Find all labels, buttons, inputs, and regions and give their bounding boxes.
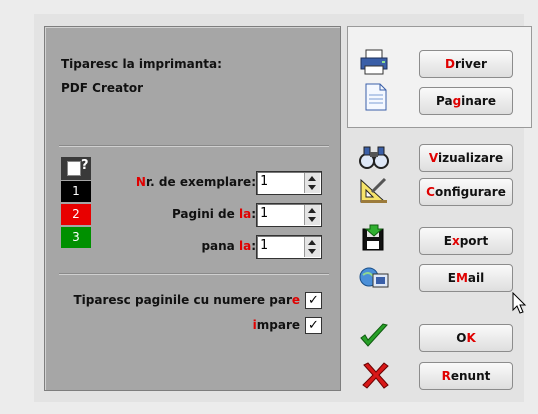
configurare-label: onfigurare bbox=[434, 185, 506, 199]
renunt-label: enunt bbox=[450, 369, 491, 383]
ok-accent: K bbox=[466, 331, 476, 345]
spin-down-icon[interactable] bbox=[308, 249, 316, 254]
globe-email-icon bbox=[359, 267, 389, 288]
from-page-label: Pagini de la: bbox=[172, 207, 256, 221]
ruler-triangle-icon bbox=[360, 177, 387, 203]
renunt-button[interactable]: Renunt bbox=[419, 362, 513, 390]
spin-down-icon[interactable] bbox=[308, 185, 316, 190]
from-page-label-text: Pagini de bbox=[171, 207, 239, 221]
vizualizare-button[interactable]: Vizualizare bbox=[419, 144, 513, 172]
divider-bottom bbox=[59, 273, 329, 275]
checkmark-icon bbox=[360, 323, 388, 347]
to-page-label-text: pana bbox=[201, 239, 239, 253]
color-swatch-black[interactable]: 1 bbox=[61, 181, 91, 202]
renunt-accent: R bbox=[441, 369, 451, 383]
even-pages-label-text: Tiparesc paginile cu numere par bbox=[73, 293, 292, 307]
copies-label-accent: N bbox=[135, 175, 146, 189]
from-page-value[interactable]: 1 bbox=[260, 206, 268, 221]
spin-down-icon[interactable] bbox=[308, 217, 316, 222]
divider-top bbox=[59, 145, 329, 147]
color-swatch-red[interactable]: 2 bbox=[61, 204, 91, 225]
driver-label: river bbox=[455, 57, 487, 71]
spin-up-icon[interactable] bbox=[308, 176, 316, 181]
color-unknown-checkbox[interactable] bbox=[67, 161, 81, 176]
copies-stepper[interactable]: 1 bbox=[256, 171, 322, 195]
export-button[interactable]: Export bbox=[419, 227, 513, 255]
email-label-post: ail bbox=[467, 271, 485, 285]
print-settings-panel: Tiparesc la imprimanta: PDF Creator ? 1 … bbox=[44, 26, 341, 391]
export-label-pre: E bbox=[443, 234, 452, 248]
driver-button[interactable]: Driver bbox=[419, 50, 513, 78]
driver-accent: D bbox=[445, 57, 456, 71]
from-page-spin-buttons[interactable] bbox=[304, 205, 320, 225]
even-pages-checkbox[interactable]: ✓ bbox=[305, 292, 322, 309]
paginare-label-post: inare bbox=[461, 94, 496, 108]
printer-name: PDF Creator bbox=[61, 81, 143, 95]
copies-label-text: r. de exemplare: bbox=[145, 175, 256, 189]
to-page-value[interactable]: 1 bbox=[260, 238, 268, 253]
to-page-label: pana la: bbox=[201, 239, 256, 253]
copies-spin-buttons[interactable] bbox=[304, 173, 320, 193]
printer-icon bbox=[360, 49, 388, 75]
ok-button[interactable]: OK bbox=[419, 324, 513, 352]
copies-value[interactable]: 1 bbox=[260, 174, 268, 189]
document-icon bbox=[365, 83, 387, 111]
binoculars-icon bbox=[359, 146, 389, 169]
odd-pages-label: impare bbox=[253, 318, 300, 332]
email-button[interactable]: EMail bbox=[419, 264, 513, 292]
color-swatch-green[interactable]: 3 bbox=[61, 227, 91, 248]
even-pages-label: Tiparesc paginile cu numere pare bbox=[74, 293, 301, 307]
to-page-spin-buttons[interactable] bbox=[304, 237, 320, 257]
color-unknown-toggle[interactable]: ? bbox=[61, 157, 91, 180]
color-unknown-mark: ? bbox=[81, 158, 89, 173]
even-pages-label-accent: e bbox=[291, 293, 300, 307]
export-accent: x bbox=[451, 234, 460, 248]
export-label-post: port bbox=[459, 234, 489, 248]
paginare-button[interactable]: Paginare bbox=[419, 87, 513, 115]
to-page-label-accent: la bbox=[238, 239, 252, 253]
mouse-cursor-icon bbox=[512, 292, 527, 314]
spin-up-icon[interactable] bbox=[308, 240, 316, 245]
from-page-stepper[interactable]: 1 bbox=[256, 203, 322, 227]
from-page-label-accent: la bbox=[238, 207, 252, 221]
spin-up-icon[interactable] bbox=[308, 208, 316, 213]
ok-label-pre: O bbox=[456, 331, 467, 345]
odd-pages-checkbox[interactable]: ✓ bbox=[305, 317, 322, 334]
email-accent: M bbox=[455, 271, 468, 285]
configurare-accent: C bbox=[426, 185, 435, 199]
to-page-stepper[interactable]: 1 bbox=[256, 235, 322, 259]
paginare-label-pre: Pa bbox=[436, 94, 453, 108]
configurare-button[interactable]: Configurare bbox=[419, 178, 513, 206]
vizualizare-accent: V bbox=[428, 151, 438, 165]
vizualizare-label: izualizare bbox=[437, 151, 504, 165]
email-label-pre: E bbox=[447, 271, 456, 285]
paginare-accent: g bbox=[452, 94, 462, 108]
printer-heading: Tiparesc la imprimanta: bbox=[61, 57, 222, 71]
floppy-export-icon bbox=[362, 224, 384, 251]
copies-label: Nr. de exemplare: bbox=[136, 175, 256, 189]
odd-pages-label-text: mpare bbox=[256, 318, 300, 332]
x-cross-icon bbox=[362, 362, 389, 389]
